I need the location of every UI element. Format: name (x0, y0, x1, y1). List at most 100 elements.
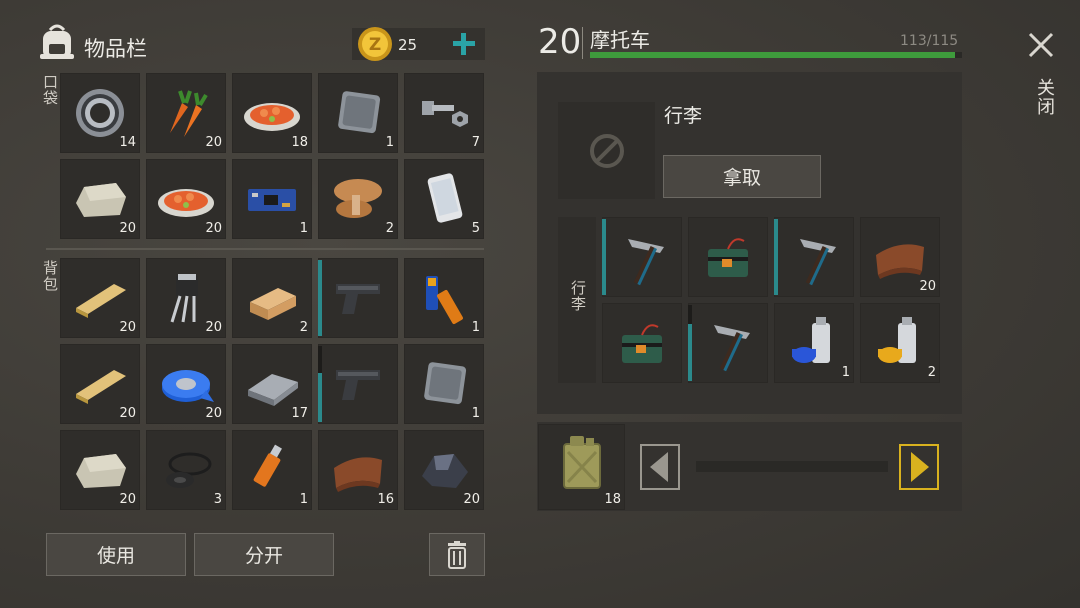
capacity-bar (590, 52, 962, 58)
food-plate-icon (244, 103, 300, 131)
item-count: 20 (205, 406, 222, 421)
pocket-label: 口袋 (41, 74, 59, 106)
vehicle-name: 摩托车 (590, 28, 650, 52)
backpack-slot[interactable]: 17 (232, 344, 312, 424)
stone-icon (76, 454, 126, 488)
luggage-slot[interactable] (688, 217, 768, 297)
metal-plate-icon (338, 91, 381, 134)
backpack-slot[interactable]: 20 (60, 258, 140, 338)
rubber-seals-icon (166, 452, 212, 488)
item-count: 1 (471, 406, 480, 421)
split-button[interactable]: 分开 (194, 533, 334, 576)
pocket-slot[interactable]: 20 (146, 73, 226, 153)
luggage-slot[interactable]: 20 (860, 217, 940, 297)
item-count: 7 (471, 135, 480, 150)
backpack-slot[interactable]: 20 (60, 430, 140, 510)
svg-text:Z: Z (369, 35, 381, 55)
pocket-slot[interactable]: 20 (60, 159, 140, 239)
close-icon (1028, 32, 1054, 58)
item-count: 14 (119, 135, 136, 150)
pistol-icon (336, 284, 380, 314)
bolt-nut-icon (422, 101, 468, 127)
item-count: 18 (291, 135, 308, 150)
leather-icon (334, 457, 382, 492)
item-count: 5 (471, 221, 480, 236)
pocket-slot[interactable]: 7 (404, 73, 484, 153)
pocket-slot[interactable]: 2 (318, 159, 398, 239)
backpack-slot[interactable]: 20 (146, 258, 226, 338)
inventory-title: 物品栏 (84, 37, 147, 61)
explosive-charge-icon (622, 324, 662, 363)
carrot-icon (170, 90, 208, 137)
item-count: 20 (205, 221, 222, 236)
section-divider (46, 248, 484, 250)
fuel-count: 18 (604, 492, 621, 507)
durability-bar-fill (318, 260, 322, 336)
backpack-slot[interactable]: 1 (232, 430, 312, 510)
close-button[interactable]: 关闭 (1018, 28, 1064, 128)
wood-plank-icon (76, 370, 126, 404)
add-coins-button[interactable] (450, 30, 478, 58)
backpack-slot[interactable]: 20 (60, 344, 140, 424)
item-count: 1 (299, 221, 308, 236)
pocket-slot[interactable]: 20 (146, 159, 226, 239)
circuit-board-icon (248, 189, 296, 211)
pistol-icon (336, 370, 380, 400)
backpack-slot[interactable]: 1 (404, 344, 484, 424)
food-plate-icon (158, 189, 214, 217)
backpack-slot[interactable]: 20 (146, 344, 226, 424)
durability-bar-fill (602, 219, 606, 295)
durability-bar-fill (318, 372, 322, 422)
item-count: 20 (205, 320, 222, 335)
luggage-side-label: 行李 (569, 280, 587, 312)
close-label: 关闭 (1034, 78, 1055, 116)
coin-count: 25 (398, 36, 418, 54)
item-count: 1 (385, 135, 394, 150)
item-count: 20 (919, 279, 936, 294)
backpack-slot[interactable]: 3 (146, 430, 226, 510)
durability-bar (688, 305, 692, 381)
pocket-slot[interactable]: 1 (318, 73, 398, 153)
durability-bar (774, 219, 778, 295)
pocket-slot[interactable]: 1 (232, 159, 312, 239)
backpack-slot[interactable]: 1 (404, 258, 484, 338)
leather-icon (876, 244, 924, 279)
item-count: 17 (291, 406, 308, 421)
mushroom-icon (334, 179, 382, 218)
pocket-slot[interactable]: 5 (404, 159, 484, 239)
backpack-slot[interactable]: 2 (232, 258, 312, 338)
backpack-label: 背包 (41, 260, 59, 292)
backpack-slot[interactable] (318, 258, 398, 338)
pocket-slot[interactable]: 18 (232, 73, 312, 153)
trash-button[interactable] (429, 533, 485, 576)
fuel-increase-button[interactable] (899, 444, 939, 490)
luggage-slot[interactable] (602, 217, 682, 297)
fuel-slot[interactable]: 18 (538, 424, 625, 510)
backpack-slot[interactable] (318, 344, 398, 424)
jerrycan-icon (563, 436, 601, 489)
explosive-charge-icon (708, 238, 748, 277)
backpack-slot[interactable]: 20 (404, 430, 484, 510)
luggage-slot[interactable]: 2 (860, 303, 940, 383)
pocket-slot[interactable]: 14 (60, 73, 140, 153)
luggage-slot[interactable] (602, 303, 682, 383)
spray-paint-blue-icon (792, 317, 830, 363)
luggage-slot[interactable] (774, 217, 854, 297)
iron-ingot-icon (248, 374, 298, 406)
durability-bar (318, 260, 322, 336)
no-entry-icon (590, 134, 624, 168)
arrow-left-icon (640, 444, 680, 490)
capacity-bar-fill (590, 52, 955, 58)
tape-icon (162, 370, 214, 402)
luggage-slot[interactable] (688, 303, 768, 383)
fuel-decrease-button[interactable] (640, 444, 680, 490)
item-count: 16 (377, 492, 394, 507)
take-button[interactable]: 拿取 (663, 155, 821, 198)
trash-icon (448, 540, 466, 569)
wood-plank-icon (76, 284, 126, 318)
luggage-slot[interactable]: 1 (774, 303, 854, 383)
backpack-slot[interactable]: 16 (318, 430, 398, 510)
durability-bar (318, 346, 322, 422)
use-button[interactable]: 使用 (46, 533, 186, 576)
fuel-slider-track[interactable] (696, 461, 888, 472)
